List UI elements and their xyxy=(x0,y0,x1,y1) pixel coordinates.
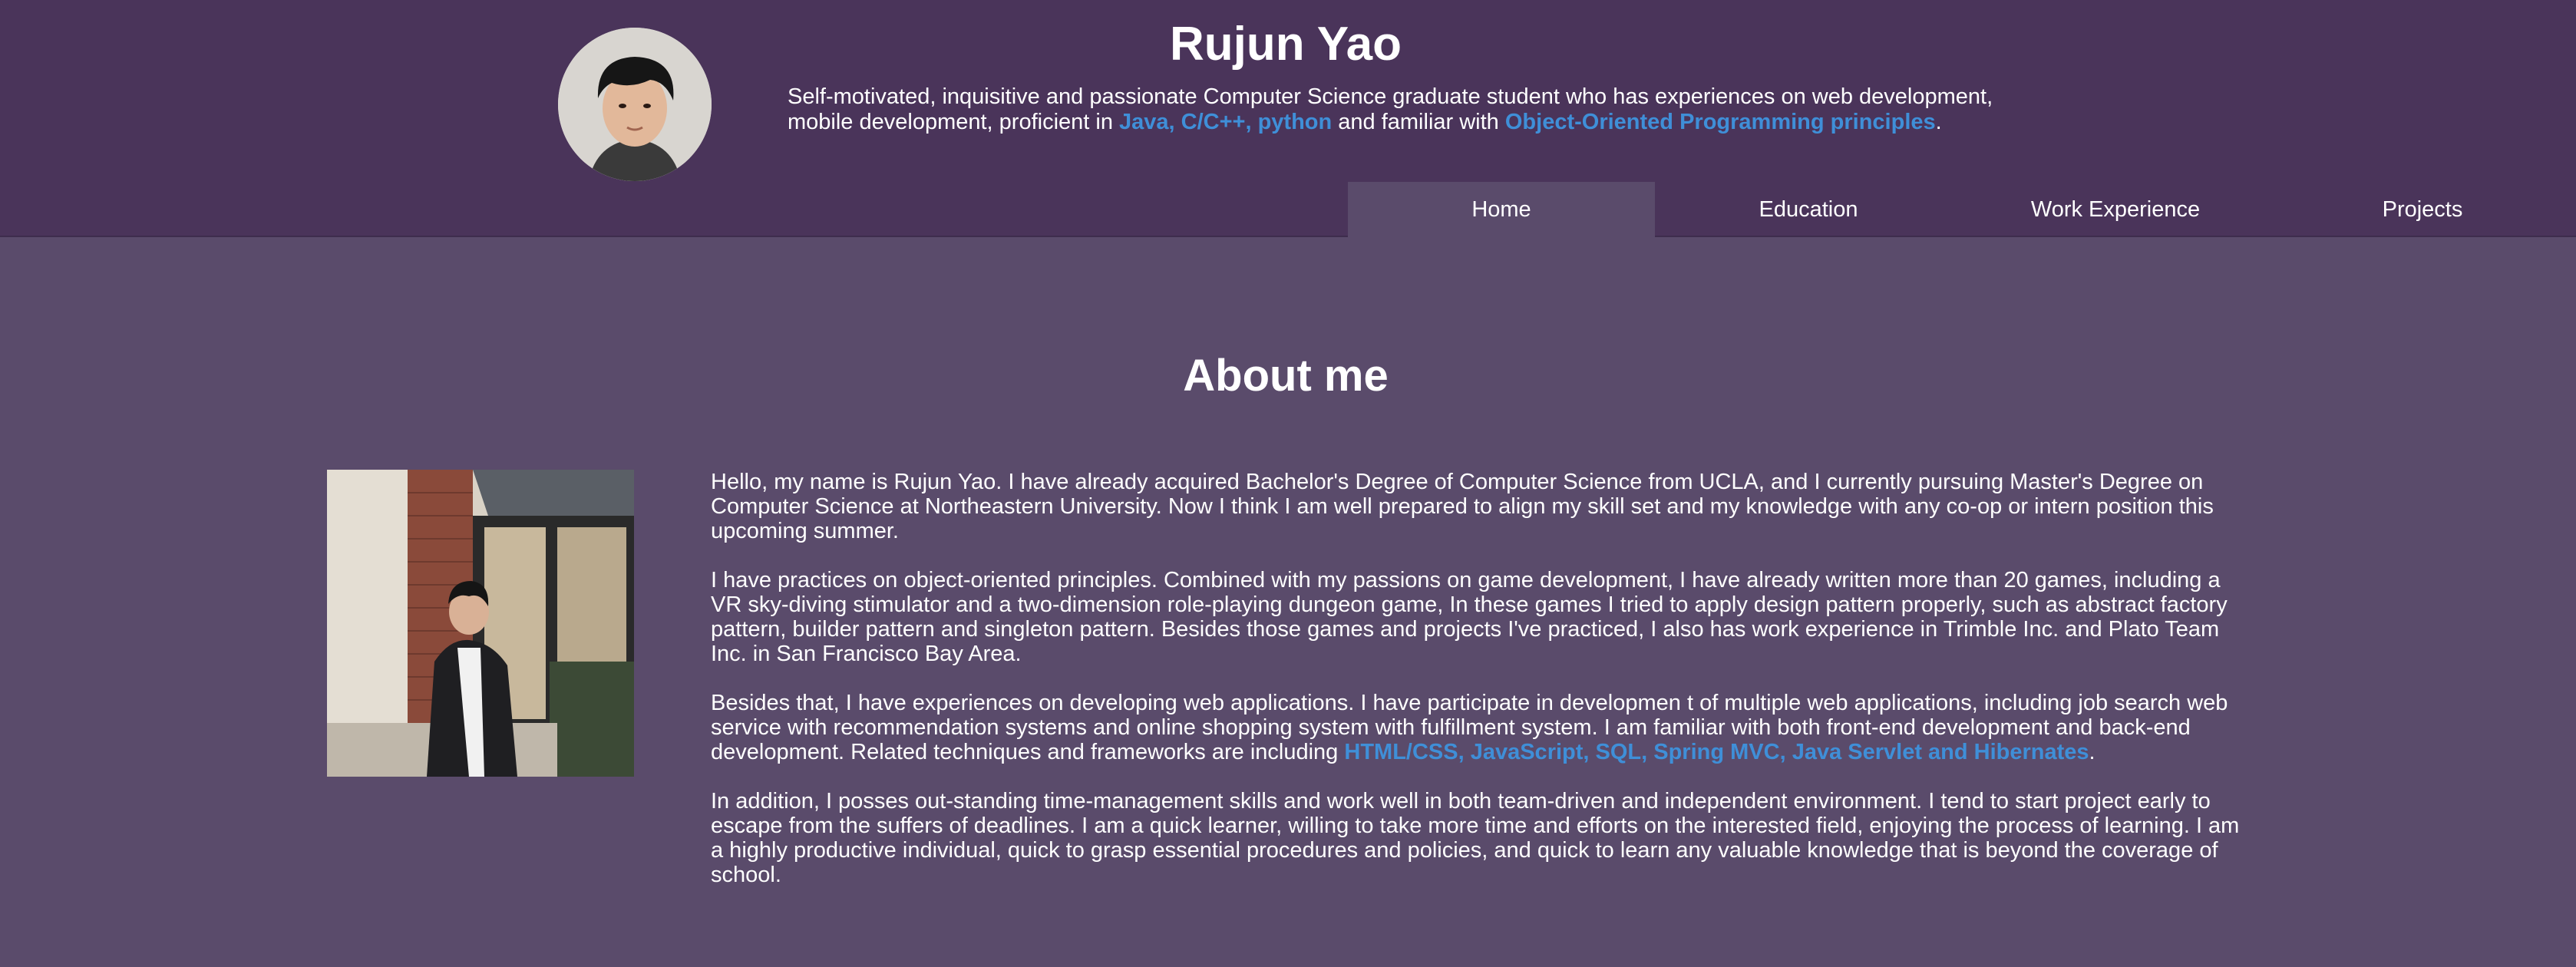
intro-languages-highlight: Java, C/C++, python xyxy=(1119,110,1333,134)
intro-summary: Self-motivated, inquisitive and passiona… xyxy=(788,84,2046,135)
nav-tab-education[interactable]: Education xyxy=(1655,182,1962,237)
nav-tab-home[interactable]: Home xyxy=(1348,182,1655,237)
about-heading: About me xyxy=(1183,351,1389,401)
bio-paragraph: Hello, my name is Rujun Yao. I have alre… xyxy=(711,470,2214,543)
bio-paragraph: I have practices on object-oriented prin… xyxy=(711,568,2228,666)
site-header: Rujun Yao Self-motivated, inquisitive an… xyxy=(0,0,2576,237)
profile-photo xyxy=(327,470,634,777)
bio-paragraph: In addition, I posses out-standing time-… xyxy=(711,789,2240,887)
avatar-portrait-image xyxy=(558,28,712,181)
nav-tab-projects[interactable]: Projects xyxy=(2269,182,2576,237)
bio-skills-highlight: HTML/CSS, JavaScript, SQL, Spring MVC, J… xyxy=(1344,740,2089,764)
about-bio: Hello, my name is Rujun Yao. I have alre… xyxy=(711,470,2246,912)
intro-text: and familiar with xyxy=(1332,110,1505,134)
avatar xyxy=(558,28,712,181)
nav-tab-work-experience[interactable]: Work Experience xyxy=(1962,182,2269,237)
bio-text: . xyxy=(2089,740,2095,764)
bio-paragraph: Besides that, I have experiences on deve… xyxy=(711,691,2246,764)
main-nav: Home Education Work Experience Projects xyxy=(1348,182,2576,237)
intro-text: . xyxy=(1935,110,1942,134)
page-title: Rujun Yao xyxy=(1169,18,1402,71)
profile-photo-image xyxy=(327,470,634,777)
intro-oop-highlight: Object-Oriented Programming principles xyxy=(1504,110,1936,134)
